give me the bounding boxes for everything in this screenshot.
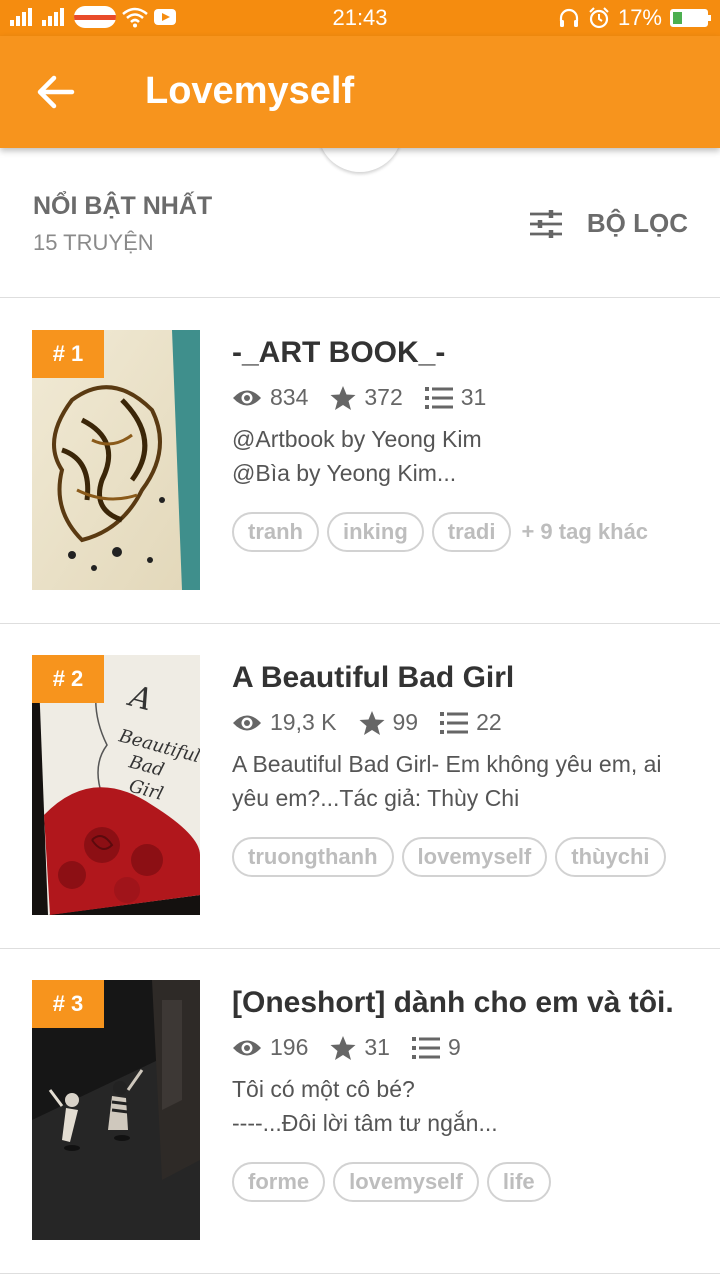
filter-label: BỘ LỌC	[586, 208, 688, 238]
alarm-icon	[589, 7, 609, 29]
story-description: Tôi có một cô bé? ----...Đôi lời tâm tư …	[232, 1076, 498, 1136]
eye-icon	[233, 715, 261, 730]
parts-list-icon	[411, 1036, 440, 1059]
star-icon	[359, 710, 384, 735]
part-count: 31	[460, 384, 487, 410]
battery-percent: 17%	[617, 5, 662, 30]
tag-chip[interactable]: life	[486, 1162, 551, 1202]
story-item[interactable]: A Beautiful Bad Girl # 2 A Beautiful Bad…	[0, 623, 720, 949]
headset-icon	[559, 8, 579, 27]
tag-chip[interactable]: forme	[232, 1162, 326, 1202]
story-title[interactable]: -_ART BOOK_-	[232, 336, 445, 370]
part-count: 9	[447, 1034, 461, 1060]
tag-list: tranh inking tradi + 9 tag khác	[232, 512, 648, 552]
more-tags-link[interactable]: + 9 tag khác	[521, 519, 648, 545]
vote-count: 31	[364, 1034, 390, 1060]
page-title: Lovemyself	[145, 70, 355, 112]
battery-icon	[670, 9, 711, 27]
filter-button[interactable]: BỘ LỌC	[529, 208, 688, 239]
part-count: 22	[476, 709, 502, 735]
parts-list-icon	[440, 711, 469, 734]
filter-sliders-icon	[529, 209, 562, 238]
parts-list-icon	[424, 386, 453, 409]
back-arrow-icon[interactable]	[34, 72, 78, 112]
tag-chip[interactable]: tranh	[232, 512, 319, 552]
tag-chip[interactable]: inking	[327, 512, 424, 552]
tag-chip[interactable]: truongthanh	[232, 837, 394, 877]
tag-chip[interactable]: lovemyself	[333, 1162, 479, 1202]
story-count: 15 TRUYỆN	[33, 230, 154, 255]
tag-chip[interactable]: thùychi	[555, 837, 666, 877]
story-item[interactable]: # 3 [Oneshort] dành cho em và tôi. 196 3…	[0, 948, 720, 1274]
story-stats: 196 31 9	[232, 1034, 483, 1061]
story-title[interactable]: A Beautiful Bad Girl	[232, 661, 514, 695]
tag-chip[interactable]: lovemyself	[401, 837, 548, 877]
eye-icon	[233, 1040, 261, 1055]
story-description: @Artbook by Yeong Kim @Bìa by Yeong Kim.…	[232, 426, 482, 486]
tag-list: truongthanh lovemyself thùychi	[232, 837, 666, 877]
sort-selector[interactable]: NỔI BẬT NHẤT	[33, 192, 212, 221]
tag-chip[interactable]: tradi	[431, 512, 512, 552]
eye-icon	[233, 390, 261, 405]
view-count: 196	[270, 1034, 309, 1060]
rank-badge: # 2	[32, 655, 104, 703]
story-stats: 19,3 K 99 22	[232, 709, 524, 736]
star-icon	[330, 1035, 356, 1060]
vote-count: 372	[364, 384, 403, 410]
vote-count: 99	[392, 709, 419, 735]
story-description: A Beautiful Bad Girl- Em không yêu em, a…	[232, 751, 662, 811]
star-icon	[330, 385, 356, 410]
app-bar: Lovemyself	[0, 36, 720, 148]
tag-list: forme lovemyself life	[232, 1162, 551, 1202]
status-bar: 21:43 17%	[0, 0, 720, 36]
view-count: 834	[270, 384, 309, 410]
story-title[interactable]: [Oneshort] dành cho em và tôi.	[232, 986, 674, 1020]
view-count: 19,3 K	[270, 709, 337, 735]
story-item[interactable]: # 1 -_ART BOOK_- 834 372 31 @Artbook by …	[0, 298, 720, 624]
rank-badge: # 3	[32, 980, 104, 1028]
story-stats: 834 372 31	[232, 384, 508, 411]
rank-badge: # 1	[32, 330, 104, 378]
